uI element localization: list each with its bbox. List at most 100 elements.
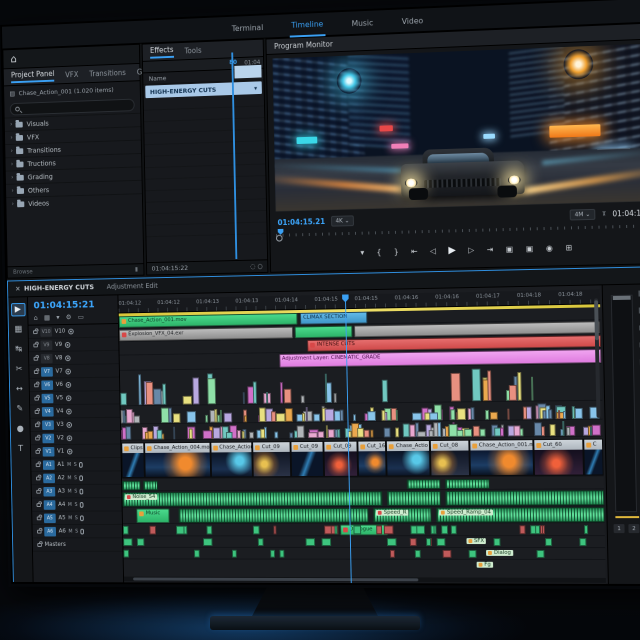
- audio-snippet[interactable]: [389, 549, 396, 558]
- lock-icon[interactable]: [35, 462, 41, 467]
- source-assign[interactable]: V6: [41, 379, 54, 390]
- audio-snippet[interactable]: [409, 538, 417, 547]
- timeline-settings-icon[interactable]: ▦: [44, 314, 50, 322]
- mini-clip[interactable]: [219, 409, 222, 423]
- record-mic-icon[interactable]: [80, 528, 85, 535]
- settings-wrench-icon[interactable]: ✂: [600, 211, 608, 217]
- mute-button[interactable]: M: [68, 502, 72, 508]
- mini-clip[interactable]: [534, 422, 543, 437]
- mini-clip[interactable]: [120, 392, 127, 406]
- record-mic-icon[interactable]: [79, 488, 84, 494]
- mini-clip[interactable]: [363, 430, 370, 438]
- mini-clip[interactable]: [574, 407, 583, 419]
- audio-snippet[interactable]: [579, 538, 587, 547]
- project-tab[interactable]: Transitions: [89, 68, 126, 78]
- chevron-right-icon[interactable]: ›: [11, 187, 13, 194]
- video-clip[interactable]: Chase_Actio: [386, 440, 431, 477]
- mini-clip[interactable]: [271, 411, 277, 422]
- effects-tab-effects[interactable]: Effects: [149, 45, 174, 59]
- mini-clip[interactable]: [428, 430, 434, 438]
- mini-clip[interactable]: [147, 431, 154, 440]
- lock-icon[interactable]: [33, 343, 38, 347]
- mini-clip[interactable]: [152, 388, 162, 405]
- toggle-track-output-icon[interactable]: [64, 341, 71, 348]
- mini-clip[interactable]: [258, 407, 266, 423]
- effects-tab-tools[interactable]: Tools: [184, 46, 201, 55]
- clip[interactable]: [143, 480, 158, 491]
- video-track-header-v1[interactable]: V1 V1: [30, 444, 121, 459]
- video-clip[interactable]: Cut_166: [357, 440, 388, 477]
- audio-snippet[interactable]: [279, 549, 285, 558]
- mute-button[interactable]: M: [68, 528, 72, 534]
- mini-clip[interactable]: [207, 378, 217, 405]
- source-assign[interactable]: A2: [43, 473, 55, 483]
- mini-clip[interactable]: [296, 425, 305, 439]
- mini-clip[interactable]: [463, 428, 473, 437]
- mini-clip[interactable]: [202, 430, 212, 440]
- sequence-tab[interactable]: Adjustment Edit: [107, 282, 158, 291]
- audio-snippet[interactable]: [425, 538, 431, 547]
- video-clip[interactable]: Cut_60: [533, 438, 584, 476]
- project-tab[interactable]: Project Panel: [10, 69, 55, 84]
- lock-icon[interactable]: [34, 409, 40, 414]
- mini-clip[interactable]: [517, 371, 522, 401]
- mini-clip[interactable]: [213, 427, 221, 439]
- hand-tool[interactable]: ●: [13, 423, 28, 436]
- audio-track-header-a1[interactable]: A1 A1 M S: [31, 457, 121, 472]
- channel-button[interactable]: 1: [613, 524, 625, 534]
- audio-snippet[interactable]: [305, 538, 315, 546]
- audio-snippet[interactable]: [324, 525, 333, 535]
- mini-clip[interactable]: [411, 412, 422, 421]
- audio-snippet[interactable]: [270, 549, 276, 558]
- source-assign[interactable]: V5: [41, 393, 54, 403]
- mini-clip[interactable]: [471, 368, 481, 402]
- mini-clip[interactable]: [507, 408, 510, 420]
- audio-track-header-a5[interactable]: A5 A5 M S: [32, 511, 123, 526]
- master-track-header[interactable]: Masters: [32, 538, 123, 552]
- audio-track-header-a4[interactable]: A4 A4 M S: [31, 498, 122, 512]
- mini-clip[interactable]: [339, 409, 344, 422]
- mini-clip[interactable]: [508, 384, 517, 401]
- channel-button[interactable]: 2: [628, 524, 640, 534]
- extract-icon[interactable]: ▣: [526, 244, 534, 253]
- lock-icon[interactable]: [35, 476, 41, 480]
- audio-snippet[interactable]: [468, 549, 477, 558]
- clip[interactable]: [178, 507, 369, 523]
- mini-clip[interactable]: [326, 382, 332, 403]
- clip[interactable]: [445, 490, 605, 506]
- video-track-header-v7[interactable]: V7 V7: [29, 364, 120, 379]
- bin-row-videos[interactable]: › Videos: [6, 193, 143, 211]
- mini-clip[interactable]: [186, 410, 196, 423]
- audio-snippet[interactable]: [136, 538, 144, 546]
- mini-clip[interactable]: [558, 410, 561, 420]
- toggle-track-output-icon[interactable]: [65, 394, 72, 401]
- mini-clip[interactable]: [249, 432, 255, 439]
- mini-clip[interactable]: [530, 376, 534, 401]
- video-track-header-v4[interactable]: V4 V4: [30, 404, 120, 419]
- mini-clip[interactable]: [313, 413, 321, 422]
- mini-clip[interactable]: [214, 409, 218, 423]
- mini-clip[interactable]: [305, 406, 308, 422]
- audio-snippet[interactable]: [387, 538, 397, 547]
- marker-icon[interactable]: ▾: [360, 248, 364, 257]
- video-track-header-v8[interactable]: V8 V8: [29, 350, 119, 366]
- toggle-track-output-icon[interactable]: [66, 448, 73, 455]
- mini-clip[interactable]: [242, 391, 245, 404]
- mini-clip[interactable]: [356, 427, 364, 438]
- video-track-header-v3[interactable]: V3 V3: [30, 417, 121, 432]
- video-clip[interactable]: Chase_Action_001.mov: [469, 439, 534, 477]
- mini-clip[interactable]: [223, 412, 233, 423]
- audio-snippet[interactable]: [493, 538, 501, 547]
- clip[interactable]: [387, 491, 442, 506]
- mini-clip[interactable]: [302, 413, 305, 422]
- solo-button[interactable]: S: [75, 515, 78, 521]
- mini-clip[interactable]: [486, 370, 492, 402]
- mini-clip[interactable]: [562, 421, 565, 436]
- solo-button[interactable]: S: [74, 488, 77, 494]
- source-assign[interactable]: V8: [40, 353, 53, 363]
- mini-clip[interactable]: [433, 422, 439, 438]
- timeline-timecode[interactable]: 01:04:15:21: [28, 295, 118, 313]
- audio-track-header-a3[interactable]: A3 A3 M S: [31, 484, 122, 499]
- audio-snippet[interactable]: [353, 525, 362, 535]
- audio-snippet[interactable]: [414, 549, 422, 558]
